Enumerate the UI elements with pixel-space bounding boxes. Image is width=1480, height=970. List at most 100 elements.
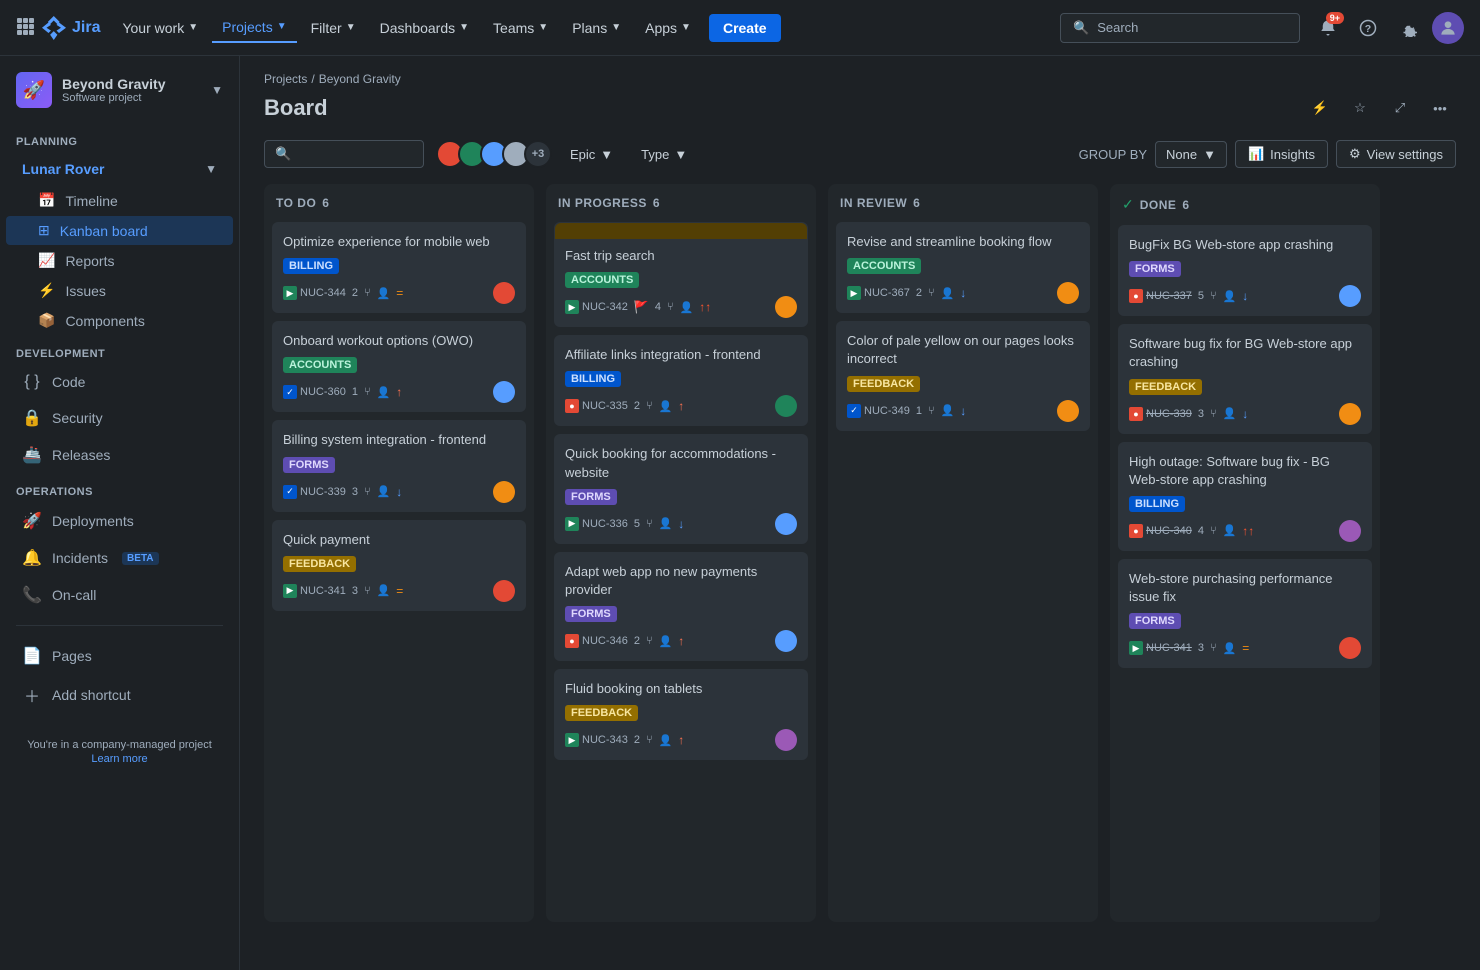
nav-dashboards[interactable]: Dashboards ▼ [370, 14, 479, 42]
type-filter[interactable]: Type ▼ [631, 142, 697, 167]
label-badge[interactable]: ACCOUNTS [283, 357, 357, 373]
reports-icon: 📈 [38, 252, 55, 269]
card-assignee-avatar[interactable] [775, 729, 797, 751]
board-search[interactable]: 🔍 [264, 140, 424, 168]
sidebar-item-incidents[interactable]: 🔔 Incidents BETA [6, 540, 233, 576]
nav-your-work[interactable]: Your work ▼ [112, 14, 208, 42]
nav-apps[interactable]: Apps ▼ [635, 14, 701, 42]
kanban-card[interactable]: High outage: Software bug fix - BG Web-s… [1118, 442, 1372, 551]
column-title: DONE [1140, 198, 1177, 212]
card-assignee-avatar[interactable] [1057, 400, 1079, 422]
sidebar-item-kanban[interactable]: ⊞ Kanban board [6, 216, 233, 245]
priority-icon: ↑ [678, 733, 684, 747]
kanban-card[interactable]: Quick payment FEEDBACK ▶ NUC-341 3 ⑂ 👤 = [272, 520, 526, 611]
label-badge[interactable]: ACCOUNTS [847, 258, 921, 274]
nav-teams[interactable]: Teams ▼ [483, 14, 558, 42]
card-assignee-avatar[interactable] [493, 580, 515, 602]
sidebar-item-components[interactable]: 📦 Components [6, 306, 233, 335]
kanban-card[interactable]: Affiliate links integration - frontend B… [554, 335, 808, 426]
avatar-filter-more[interactable]: +3 [524, 140, 552, 168]
pr-icon: 👤 [377, 584, 391, 597]
sidebar-item-code[interactable]: { } Code [6, 365, 233, 399]
sidebar-item-pages[interactable]: 📄 Pages [6, 638, 233, 674]
insights-button[interactable]: 📊 Insights [1235, 140, 1328, 168]
label-badge[interactable]: BILLING [565, 371, 621, 387]
label-badge[interactable]: FORMS [565, 489, 617, 505]
search-box[interactable]: 🔍 Search [1060, 13, 1300, 43]
sidebar-item-reports[interactable]: 📈 Reports [6, 246, 233, 275]
label-badge[interactable]: FEEDBACK [1129, 379, 1202, 395]
card-assignee-avatar[interactable] [1339, 637, 1361, 659]
card-assignee-avatar[interactable] [493, 481, 515, 503]
jira-logo[interactable]: Jira [42, 16, 100, 40]
card-assignee-avatar[interactable] [1339, 403, 1361, 425]
kanban-card[interactable]: Software bug fix for BG Web-store app cr… [1118, 324, 1372, 433]
card-assignee-avatar[interactable] [1339, 285, 1361, 307]
card-id-text: NUC-346 [582, 635, 628, 647]
sidebar-item-issues[interactable]: ⚡ Issues [6, 276, 233, 305]
card-assignee-avatar[interactable] [493, 381, 515, 403]
lightning-button[interactable]: ⚡ [1304, 92, 1336, 124]
kanban-card[interactable]: Web-store purchasing performance issue f… [1118, 559, 1372, 668]
kanban-board: TO DO 6 Optimize experience for mobile w… [240, 176, 1480, 946]
card-assignee-avatar[interactable] [493, 282, 515, 304]
view-settings-button[interactable]: ⚙ View settings [1336, 140, 1456, 168]
project-selector[interactable]: 🚀 Beyond Gravity Software project ▼ [0, 56, 239, 124]
sidebar-item-oncall[interactable]: 📞 On-call [6, 577, 233, 613]
kanban-card[interactable]: Revise and streamline booking flow ACCOU… [836, 222, 1090, 313]
label-badge[interactable]: FEEDBACK [565, 705, 638, 721]
label-badge[interactable]: BILLING [1129, 496, 1185, 512]
label-badge[interactable]: ACCOUNTS [565, 272, 639, 288]
nav-plans[interactable]: Plans ▼ [562, 14, 631, 42]
sidebar-item-add-shortcut[interactable]: ＋ Add shortcut [6, 675, 233, 715]
security-icon: 🔒 [22, 408, 42, 428]
label-badge[interactable]: FORMS [283, 457, 335, 473]
pr-icon: 👤 [377, 485, 391, 498]
sidebar-item-releases[interactable]: 🚢 Releases [6, 437, 233, 473]
kanban-card[interactable]: Optimize experience for mobile web BILLI… [272, 222, 526, 313]
nav-projects[interactable]: Projects ▼ [212, 13, 296, 43]
kanban-card[interactable]: Fluid booking on tablets FEEDBACK ▶ NUC-… [554, 669, 808, 760]
help-button[interactable]: ? [1352, 12, 1384, 44]
label-badge[interactable]: FORMS [1129, 613, 1181, 629]
star-button[interactable]: ☆ [1344, 92, 1376, 124]
card-assignee-avatar[interactable] [775, 296, 797, 318]
card-story-points: 4 [655, 301, 661, 313]
kanban-card[interactable]: Billing system integration - frontend FO… [272, 420, 526, 511]
label-badge[interactable]: BILLING [283, 258, 339, 274]
card-assignee-avatar[interactable] [775, 630, 797, 652]
kanban-card[interactable]: BugFix BG Web-store app crashing FORMS ●… [1118, 225, 1372, 316]
kanban-card[interactable]: Quick booking for accommodations - websi… [554, 434, 808, 543]
card-assignee-avatar[interactable] [1057, 282, 1079, 304]
group-by-selector[interactable]: None ▼ [1155, 141, 1227, 168]
expand-button[interactable]: ⤢ [1384, 92, 1416, 124]
create-button[interactable]: Create [709, 14, 781, 42]
column-in-review: IN REVIEW 6 Revise and streamline bookin… [828, 184, 1098, 922]
nav-filter[interactable]: Filter ▼ [301, 14, 366, 42]
user-avatar[interactable] [1432, 12, 1464, 44]
kanban-card[interactable]: Onboard workout options (OWO) ACCOUNTS ✓… [272, 321, 526, 412]
card-assignee-avatar[interactable] [775, 395, 797, 417]
learn-more-link[interactable]: Learn more [91, 753, 147, 765]
epic-filter[interactable]: Epic ▼ [560, 142, 623, 167]
notifications-button[interactable]: 9+ [1312, 12, 1344, 44]
kanban-card[interactable]: Color of pale yellow on our pages looks … [836, 321, 1090, 430]
settings-button[interactable] [1392, 12, 1424, 44]
sidebar-item-timeline[interactable]: 📅 Timeline [6, 186, 233, 215]
label-badge[interactable]: FORMS [1129, 261, 1181, 277]
sidebar-item-deployments[interactable]: 🚀 Deployments [6, 503, 233, 539]
kanban-card[interactable]: Fast trip search ACCOUNTS ▶ NUC-342 🚩 4 … [554, 222, 808, 327]
breadcrumb-projects[interactable]: Projects [264, 72, 307, 86]
card-title: Web-store purchasing performance issue f… [1129, 570, 1361, 606]
label-badge[interactable]: FEEDBACK [847, 376, 920, 392]
kanban-card[interactable]: Adapt web app no new payments provider F… [554, 552, 808, 661]
card-assignee-avatar[interactable] [775, 513, 797, 535]
label-badge[interactable]: FORMS [565, 606, 617, 622]
grid-icon[interactable] [16, 17, 34, 38]
label-badge[interactable]: FEEDBACK [283, 556, 356, 572]
breadcrumb-project[interactable]: Beyond Gravity [319, 72, 401, 86]
sidebar-item-security[interactable]: 🔒 Security [6, 400, 233, 436]
card-assignee-avatar[interactable] [1339, 520, 1361, 542]
more-button[interactable]: ••• [1424, 92, 1456, 124]
sidebar-lunar-rover[interactable]: Lunar Rover ▼ [6, 153, 233, 185]
